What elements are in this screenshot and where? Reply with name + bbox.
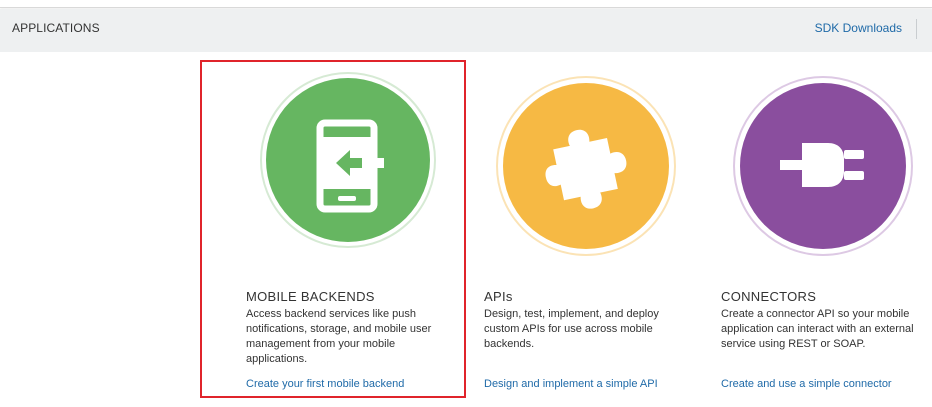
header-divider: [916, 19, 917, 39]
apis-title: APIs: [484, 289, 513, 304]
create-mobile-backend-link[interactable]: Create your first mobile backend: [246, 378, 404, 390]
create-connector-link[interactable]: Create and use a simple connector: [721, 378, 892, 390]
apis-card[interactable]: APIs Design, test, implement, and deploy…: [476, 60, 696, 398]
mobile-backends-description: Access backend services like push notifi…: [246, 308, 432, 365]
apis-description: Design, test, implement, and deploy cust…: [484, 308, 659, 350]
mobile-backends-title: MOBILE BACKENDS: [246, 289, 375, 304]
top-strip: [0, 0, 932, 8]
plug-icon[interactable]: [740, 83, 906, 249]
design-simple-api-link[interactable]: Design and implement a simple API: [484, 378, 658, 390]
connectors-title: CONNECTORS: [721, 289, 817, 304]
connectors-card[interactable]: CONNECTORS Create a connector API so you…: [713, 60, 932, 398]
puzzle-piece-icon[interactable]: [503, 83, 669, 249]
sdk-downloads-link[interactable]: SDK Downloads: [815, 21, 902, 35]
connectors-description: Create a connector API so your mobile ap…: [721, 308, 914, 350]
mobile-backend-icon[interactable]: [266, 78, 430, 242]
applications-header: APPLICATIONS SDK Downloads: [0, 9, 932, 52]
page-title: APPLICATIONS: [12, 21, 100, 35]
mobile-backends-card[interactable]: MOBILE BACKENDS Access backend services …: [200, 60, 466, 398]
